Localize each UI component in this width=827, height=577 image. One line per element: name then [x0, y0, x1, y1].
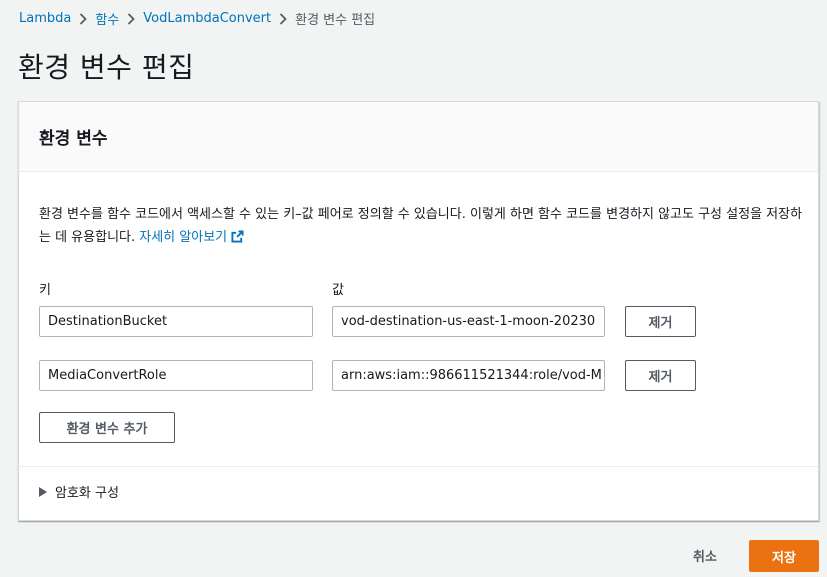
value-column-label: 값 — [332, 283, 344, 298]
section-divider — [19, 466, 818, 467]
encryption-config-expander[interactable]: 암호화 구성 — [39, 482, 119, 501]
breadcrumb-function-name[interactable]: VodLambdaConvert — [143, 11, 271, 26]
panel-description: 환경 변수를 함수 코드에서 액세스할 수 있는 키–값 페어로 정의할 수 있… — [39, 203, 809, 251]
value-input[interactable]: vod-destination-us-east-1-moon-20230 — [332, 306, 605, 337]
breadcrumb-current: 환경 변수 편집 — [295, 13, 376, 28]
learn-more-label: 자세히 알아보기 — [139, 230, 228, 245]
learn-more-link[interactable]: 자세히 알아보기 — [139, 230, 244, 245]
value-input[interactable]: arn:aws:iam::986611521344:role/vod-M — [332, 360, 605, 391]
encryption-config-label: 암호화 구성 — [55, 486, 119, 501]
caret-right-icon — [39, 486, 47, 497]
page-title: 환경 변수 편집 — [18, 51, 195, 84]
cancel-button[interactable]: 취소 — [678, 539, 732, 571]
panel-header: 환경 변수 — [19, 102, 818, 172]
breadcrumb-lambda[interactable]: Lambda — [19, 11, 71, 26]
chevron-right-icon — [271, 12, 295, 25]
external-link-icon — [231, 228, 244, 251]
remove-button[interactable]: 제거 — [625, 360, 696, 391]
environment-variables-panel: 환경 변수 환경 변수를 함수 코드에서 액세스할 수 있는 키–값 페어로 정… — [18, 101, 819, 521]
key-input[interactable]: DestinationBucket — [39, 306, 313, 337]
chevron-right-icon — [71, 12, 95, 25]
key-input[interactable]: MediaConvertRole — [39, 360, 313, 391]
breadcrumb-functions[interactable]: 함수 — [95, 9, 119, 28]
add-environment-variable-button[interactable]: 환경 변수 추가 — [39, 412, 175, 443]
chevron-right-icon — [119, 12, 143, 25]
breadcrumb: Lambda 함수 VodLambdaConvert 환경 변수 편집 — [19, 9, 375, 28]
key-column-label: 키 — [39, 283, 51, 298]
remove-button[interactable]: 제거 — [625, 306, 696, 337]
panel-title: 환경 변수 — [39, 129, 108, 149]
save-button[interactable]: 저장 — [749, 540, 819, 572]
